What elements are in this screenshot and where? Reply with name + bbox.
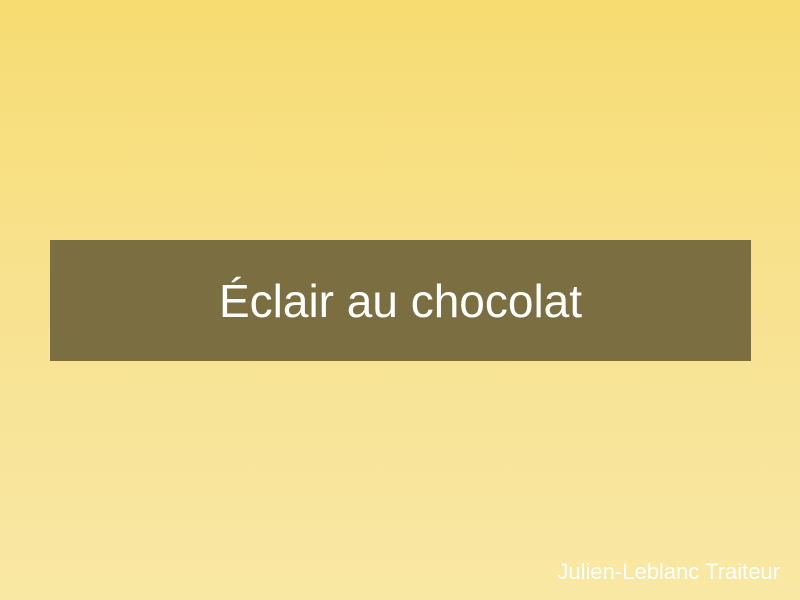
footer-text: Julien-Leblanc Traiteur	[557, 559, 780, 584]
title-banner: Éclair au chocolat	[50, 240, 751, 361]
page-title: Éclair au chocolat	[218, 274, 583, 327]
slide: { "title": "Éclair au chocolat", "footer…	[0, 0, 800, 600]
